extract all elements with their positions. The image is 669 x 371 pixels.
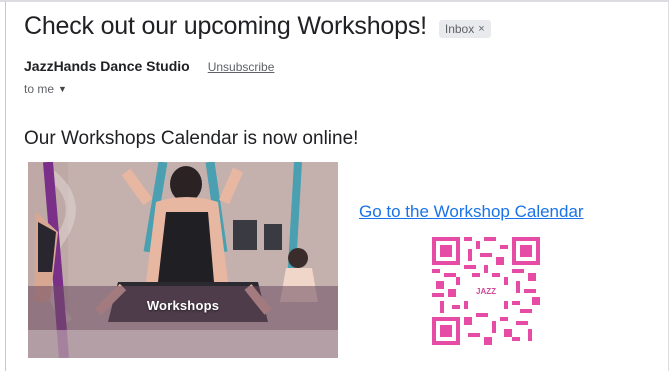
top-divider [0, 0, 669, 2]
sender-row: JazzHands Dance Studio Unsubscribe [24, 58, 274, 74]
left-divider [5, 2, 6, 371]
email-subject: Check out our upcoming Workshops! [24, 12, 427, 40]
remove-label-icon[interactable]: × [478, 23, 484, 35]
recipient-text: to me [24, 82, 55, 96]
workshop-calendar-link[interactable]: Go to the Workshop Calendar [359, 202, 584, 222]
workshop-photo[interactable]: Workshops [28, 162, 338, 358]
aerial-silks-photo-illustration [28, 162, 338, 358]
inbox-label-text: Inbox [444, 21, 475, 36]
qr-center-label: JAZZ [468, 285, 504, 299]
email-body-heading: Our Workshops Calendar is now online! [24, 128, 359, 149]
email-view: Check out our upcoming Workshops! Inbox … [0, 0, 669, 371]
recipient-details-toggle[interactable]: to me ▼ [24, 82, 67, 96]
unsubscribe-link[interactable]: Unsubscribe [208, 60, 275, 74]
subject-row: Check out our upcoming Workshops! Inbox … [24, 12, 491, 41]
sender-name: JazzHands Dance Studio [24, 58, 190, 74]
chevron-down-icon[interactable]: ▼ [58, 84, 67, 94]
photo-caption: Workshops [146, 298, 220, 313]
inbox-label-chip[interactable]: Inbox × [438, 19, 491, 38]
